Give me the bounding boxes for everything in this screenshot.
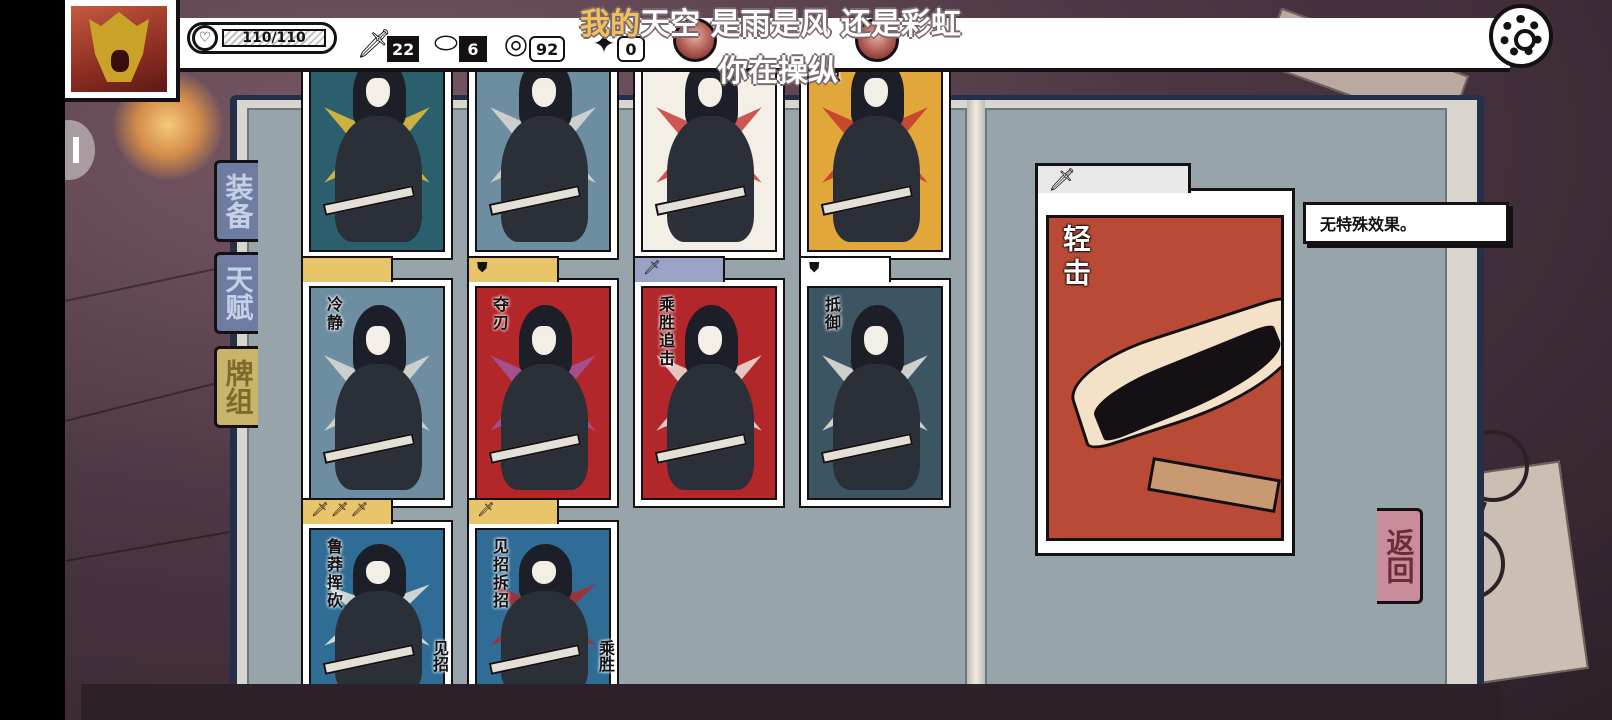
tab-deck-label: 牌组 (221, 359, 255, 415)
card-type-icons: 🗡🗡🗡 (311, 502, 371, 518)
pause-button[interactable] (65, 120, 95, 180)
broadcast-line-1: 我的天空 是雨是风 还是彩虹 (580, 8, 961, 42)
pause-icon (65, 137, 79, 163)
player-avatar[interactable] (65, 0, 180, 102)
card-art: 冷静 (309, 286, 445, 500)
deck-card[interactable]: 🗡🗡🗡 鲁莽挥砍 (301, 498, 453, 710)
tab-talent-label: 天赋 (221, 265, 255, 321)
card-preview: 🗡 轻击 (1035, 163, 1295, 556)
hp-text: 110/110 (224, 31, 324, 45)
card-type-icons: 🗡 (477, 502, 497, 518)
card-footer-2: 乘胜 (596, 640, 615, 672)
deck-card[interactable]: ⛊ 抵御 (799, 256, 951, 508)
hp-bar: 110/110 (222, 29, 326, 47)
sword-stat: 🗡 22 (355, 20, 420, 62)
card-art: 抵御 (807, 286, 943, 500)
return-button[interactable]: 返回 (1377, 508, 1423, 604)
card-title: 见招拆招 (490, 538, 509, 610)
broadcast-text-1: 天空 是雨是风 还是彩虹 (640, 7, 961, 42)
figure-body (334, 363, 422, 490)
tab-talent[interactable]: 天赋 (214, 252, 258, 334)
card-description: 无特殊效果。 (1303, 202, 1509, 244)
card-type-icons: ⛊ (477, 260, 490, 276)
shield-stat: ⬭ 6 (427, 20, 487, 62)
figure-body (500, 363, 588, 490)
tab-deck[interactable]: 牌组 (214, 346, 258, 428)
card-description-text: 无特殊效果。 (1320, 215, 1417, 234)
broadcast-line-2: 你在操纵 (718, 54, 838, 89)
card-title: 鲁莽挥砍 (324, 538, 343, 610)
figure-body (334, 591, 422, 694)
top-hud: ♡ 110/110 🗡 22 ⬭ 6 ◎ 92 ✦ 0 我的天空 是雨是风 还是彩虹 你在操纵 (65, 0, 1612, 102)
coins-stat: ◎ 92 (497, 20, 566, 62)
gear-icon (1500, 15, 1542, 57)
shield-value: 6 (459, 36, 487, 62)
card-preview-tab: 🗡 (1035, 163, 1191, 193)
avatar-mouth (111, 50, 129, 72)
card-art: 夺刃 (475, 286, 611, 500)
card-preview-art: 轻击 (1046, 215, 1284, 541)
deck-card[interactable]: 🗡 乘胜追击 (633, 256, 785, 508)
card-art: 乘胜追击 (641, 286, 777, 500)
settings-button[interactable] (1489, 4, 1553, 68)
card-type-icons: ⛊ (809, 260, 822, 276)
sword-icon: 🗡 (1048, 168, 1076, 193)
figure-body (500, 115, 588, 242)
card-art: 鲁莽挥砍 (309, 528, 445, 702)
figure-body (832, 115, 920, 242)
card-title: 夺刃 (490, 296, 509, 332)
card-title: 冷静 (324, 296, 343, 332)
blade-handle (1147, 456, 1281, 514)
tab-equipment-label: 装备 (221, 173, 255, 229)
figure-body (334, 115, 422, 242)
deck-card[interactable]: ⛊ 夺刃 (467, 256, 619, 508)
card-type-icons: 🗡 (643, 260, 663, 276)
broadcast-speaker: 我的 (580, 7, 640, 42)
card-tab (301, 256, 393, 282)
hp-meter: ♡ 110/110 (187, 22, 337, 54)
figure-body (666, 115, 754, 242)
card-art: 见招拆招 (475, 528, 611, 702)
book-spine (967, 100, 985, 690)
deck-card[interactable]: 🗡 见招拆招 (467, 498, 619, 710)
book-bottom-shadow (81, 684, 1501, 720)
figure-body (832, 363, 920, 490)
avatar-portrait (71, 6, 167, 92)
game-stage: 装备 天赋 牌组 弱点冷静⛊夺刃🗡乘胜追击⛊抵御🗡🗡🗡鲁莽挥砍🗡见招拆招 见招 … (65, 0, 1612, 720)
card-title: 抵御 (822, 296, 841, 332)
card-preview-title: 轻击 (1059, 224, 1092, 292)
figure-body (500, 591, 588, 694)
coins-value: 92 (529, 36, 566, 62)
heart-icon: ♡ (192, 25, 218, 51)
card-footer-1: 见招 (430, 640, 449, 672)
deck-card[interactable]: 冷静 (301, 256, 453, 508)
sword-value: 22 (387, 36, 420, 62)
tab-equipment[interactable]: 装备 (214, 160, 258, 242)
return-label: 返回 (1382, 528, 1416, 584)
card-title: 乘胜追击 (656, 296, 675, 368)
figure-body (666, 363, 754, 490)
